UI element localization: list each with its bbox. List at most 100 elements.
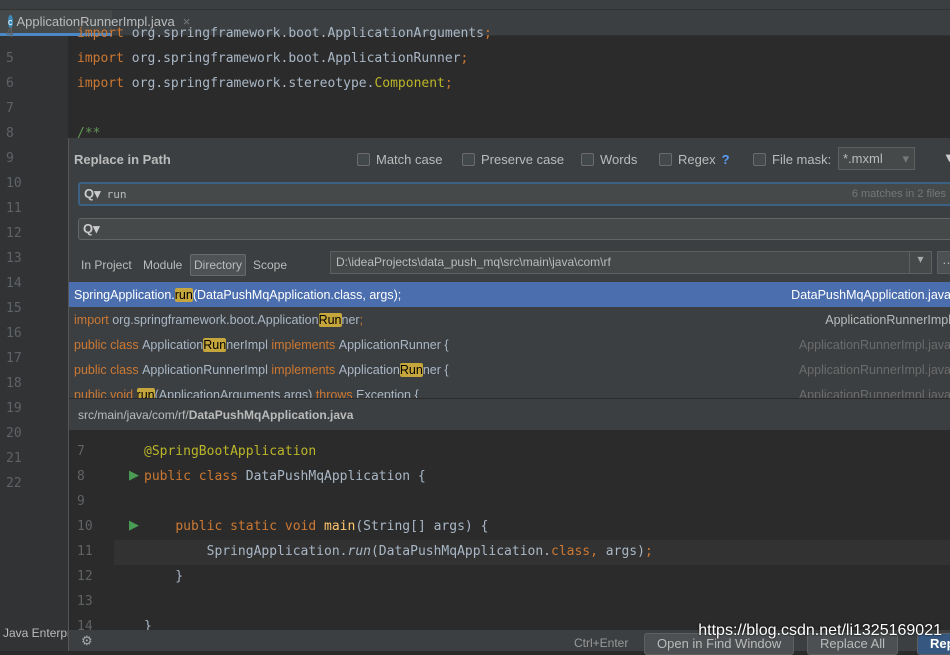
code-token: Application [142, 337, 204, 352]
match-count: 6 matches in 2 files [851, 188, 946, 200]
code-line: public class DataPushMqApplication { [144, 469, 426, 484]
line-number: 14 [6, 276, 22, 291]
code-token: throws [315, 387, 357, 399]
code-token: (String[] args) { [355, 519, 489, 534]
match-case-checkbox[interactable]: Match case [357, 152, 442, 167]
code-line: import org.springframework.boot.Applicat… [77, 51, 468, 66]
line-number: 5 [6, 51, 14, 66]
code-token: org.springframework.boot.ApplicationRunn… [131, 51, 461, 66]
code-token: args) [605, 544, 645, 559]
chevron-down-icon: ▾ [902, 151, 909, 166]
scope-in-project[interactable]: In Project [81, 258, 132, 272]
scope-module[interactable]: Module [143, 258, 182, 272]
preview-editor[interactable]: 7 @SpringBootApplication 8 public class Dat… [69, 430, 950, 634]
toolbar [0, 0, 950, 10]
code-token: run [136, 387, 155, 398]
line-number: 7 [77, 444, 85, 459]
code-token: (DataPushMqApplication.class, args); [192, 287, 402, 302]
result-file: ApplicationRunnerImpl.java [798, 387, 950, 399]
directory-path-dropdown[interactable]: D:\ideaProjects\data_push_mq\src\main\ja… [330, 251, 932, 274]
file-mask-checkbox[interactable]: File mask: [753, 152, 831, 167]
line-number: 21 [6, 451, 22, 466]
run-gutter-icon[interactable]: ▶ [129, 467, 139, 483]
code-token: ApplicationRunner { [338, 337, 449, 352]
line-number: 8 [77, 469, 85, 484]
results-list: SpringApplication. run (DataPushMqApplicat… [69, 282, 950, 398]
search-icon: Q▾ [84, 186, 101, 201]
result-row[interactable]: SpringApplication. run (DataPushMqApplicat… [69, 282, 950, 307]
result-file: DataPushMqApplication.java [791, 287, 950, 302]
code-token: ; [444, 76, 453, 91]
watermark: https://blog.csdn.net/li1325169021 [698, 622, 942, 639]
line-number: 10 [77, 519, 93, 534]
run-gutter-icon[interactable]: ▶ [129, 517, 139, 533]
code-token: import [74, 312, 113, 327]
result-row[interactable]: public void run (ApplicationArguments arg… [69, 382, 950, 398]
line-number: 6 [6, 76, 14, 91]
code-token: (ApplicationArguments args) [154, 387, 316, 399]
code-token: Run [318, 312, 342, 327]
result-row[interactable]: public class ApplicationRunnerImpl imple… [69, 332, 950, 357]
preview-path: src/main/java/com/rf/DataPushMqApplicati… [69, 398, 950, 430]
line-number: 8 [6, 126, 14, 141]
code-token: Application [338, 362, 400, 377]
code-token: implements [271, 362, 339, 377]
code-token: public class [144, 469, 246, 484]
code-line: } [144, 569, 183, 584]
code-token: class, [551, 544, 606, 559]
line-number: 18 [6, 376, 22, 391]
code-line: import org.springframework.stereotype.Co… [77, 76, 453, 91]
code-line: public static void main(String[] args) { [144, 519, 488, 534]
code-token: public class [74, 362, 143, 377]
scope-scope[interactable]: Scope [253, 258, 287, 272]
regex-checkbox[interactable]: Regex? [659, 152, 730, 167]
code-token: ; [644, 544, 653, 559]
code-token: nerImpl [226, 337, 272, 352]
line-number: 11 [77, 544, 93, 559]
line-gutter: 4 5 6 7 8 9 10 11 12 13 14 15 16 17 18 19 20 21 22 [0, 26, 68, 651]
code-token: (DataPushMqApplication. [370, 544, 551, 559]
file-mask-dropdown[interactable]: *.mxml ▾ [838, 147, 915, 170]
words-checkbox[interactable]: Words [581, 152, 637, 167]
scope-directory[interactable]: Directory [190, 254, 247, 276]
code-token: SpringApplication. [144, 544, 348, 559]
code-token: org.springframework.boot.ApplicationArgu… [131, 26, 484, 41]
browse-button[interactable]: … [937, 251, 950, 274]
code-token: import [77, 76, 132, 91]
settings-icon[interactable]: ⚙ [81, 633, 93, 649]
regex-help-icon[interactable]: ? [722, 152, 730, 167]
line-number: 19 [6, 401, 22, 416]
line-number: 17 [6, 351, 22, 366]
code-token: org.springframework.boot.Application [112, 312, 319, 327]
line-number: 13 [77, 594, 93, 609]
code-token: DataPushMqApplication { [245, 469, 426, 484]
result-file: ApplicationRunnerImpl [825, 312, 950, 327]
code-token: main [324, 519, 356, 534]
dialog-title: Replace in Path [74, 152, 171, 167]
search-icon: Q▾ [83, 221, 100, 236]
code-line: SpringApplication.run(DataPushMqApplicat… [144, 544, 653, 559]
line-number: 13 [6, 251, 22, 266]
replace-input[interactable]: Q▾ [78, 218, 950, 240]
java-enterprise-tool-tab[interactable]: Java Enterpr [3, 626, 71, 640]
code-token: public void [74, 387, 137, 399]
code-line: import org.springframework.boot.Applicat… [77, 26, 492, 41]
code-token: Run [203, 337, 227, 352]
result-file: ApplicationRunnerImpl.java [798, 337, 950, 352]
line-number: 10 [6, 176, 22, 191]
code-token: ; [460, 51, 469, 66]
code-token: public class [74, 337, 143, 352]
search-input[interactable]: Q▾ run 6 matches in 2 files [78, 182, 950, 206]
line-number: 16 [6, 326, 22, 341]
code-token: @SpringBootApplication [144, 444, 317, 459]
code-token: ; [359, 312, 364, 327]
code-token: Exception { [356, 387, 419, 399]
code-line: @SpringBootApplication [144, 444, 316, 459]
code-token: } [144, 569, 184, 584]
result-row[interactable]: public class ApplicationRunnerImpl imple… [69, 357, 950, 382]
filter-icon[interactable]: ▼ [943, 150, 950, 165]
code-token: run [347, 544, 371, 559]
result-row[interactable]: import org.springframework.boot.Applicat… [69, 307, 950, 332]
code-token: implements [271, 337, 339, 352]
preserve-case-checkbox[interactable]: Preserve case [462, 152, 564, 167]
